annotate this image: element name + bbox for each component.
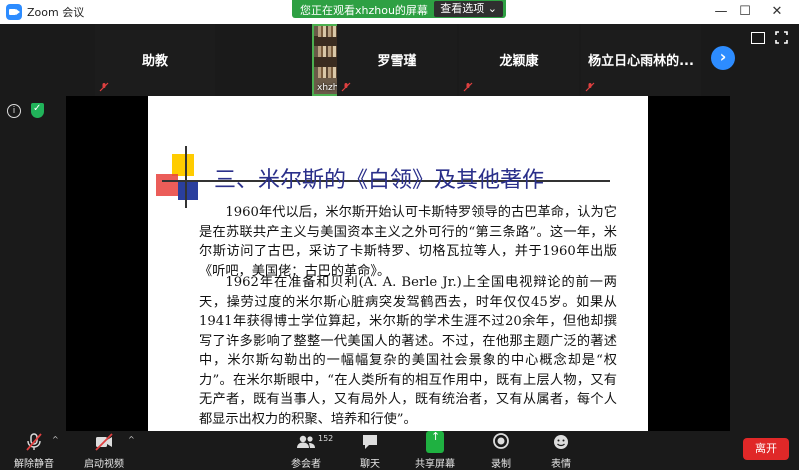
- chat-label: 聊天: [360, 459, 380, 470]
- close-window-button[interactable]: ✕: [768, 3, 786, 21]
- gallery-view-icon[interactable]: [751, 32, 765, 44]
- encryption-shield-icon[interactable]: [31, 103, 44, 118]
- record-label: 录制: [491, 459, 511, 470]
- participant-count-badge: 152: [318, 434, 334, 443]
- mic-muted-icon: [463, 82, 473, 92]
- mic-muted-icon: [26, 433, 42, 451]
- chevron-down-icon: ⌄: [487, 2, 497, 15]
- mic-muted-icon: [341, 82, 351, 92]
- next-page-button[interactable]: ›: [711, 46, 735, 70]
- share-screen-icon: [426, 430, 444, 453]
- participant-strip: 助教 xhzhou 罗雪瑾 龙颖康 杨立日心雨林的... ›: [95, 24, 735, 96]
- audio-options-caret[interactable]: ^: [52, 435, 59, 444]
- chat-button[interactable]: 聊天: [350, 431, 390, 470]
- view-options-button[interactable]: 查看选项 ⌄: [434, 1, 503, 17]
- participants-label: 参会者: [291, 459, 321, 470]
- record-button[interactable]: 录制: [481, 431, 521, 470]
- screen-share-banner: 您正在观看xhzhou的屏幕 查看选项 ⌄: [292, 0, 506, 18]
- participant-name: 助教: [141, 54, 168, 69]
- mic-muted-icon: [585, 82, 595, 92]
- window-title-bar: Zoom 会议 您正在观看xhzhou的屏幕 查看选项 ⌄ — ☐ ✕: [0, 0, 799, 24]
- start-video-button[interactable]: 启动视频: [80, 431, 128, 470]
- chat-icon: [363, 435, 377, 449]
- slide-paragraph: 1960年代以后，米尔斯开始认可卡斯特罗领导的古巴革命，认为它是在苏联共产主义与…: [199, 205, 617, 279]
- unmute-label: 解除静音: [14, 459, 54, 470]
- window-title: Zoom 会议: [27, 6, 85, 19]
- participants-icon: [297, 435, 315, 448]
- mic-muted-icon: [99, 82, 109, 92]
- emoji-icon: [554, 435, 568, 449]
- slide-paragraph: 1962年在准备和贝利(A. A. Berle Jr.)上全国电视辩论的前一两天…: [199, 275, 617, 427]
- leave-meeting-button[interactable]: 离开: [743, 438, 789, 460]
- slide-title: 三、米尔斯的《白领》及其他著作: [214, 168, 545, 193]
- maximize-button[interactable]: ☐: [736, 3, 754, 21]
- screen-share-status-text: 您正在观看xhzhou的屏幕: [300, 4, 428, 17]
- reactions-button[interactable]: 表情: [541, 431, 581, 470]
- video-options-caret[interactable]: ^: [128, 435, 135, 444]
- participant-tile[interactable]: 罗雪瑾: [337, 24, 457, 96]
- record-icon: [493, 433, 509, 449]
- share-screen-button[interactable]: 共享屏幕: [410, 430, 460, 470]
- participant-tile[interactable]: 助教: [95, 24, 215, 96]
- video-off-icon: [95, 433, 113, 451]
- slide-decoration: [172, 154, 194, 176]
- share-screen-label: 共享屏幕: [415, 459, 455, 470]
- minimize-button[interactable]: —: [712, 3, 730, 21]
- meeting-info-icon[interactable]: i: [7, 104, 21, 118]
- fullscreen-icon[interactable]: [775, 31, 788, 44]
- participant-tile[interactable]: 杨立日心雨林的...: [581, 24, 701, 96]
- zoom-logo-icon: [6, 4, 22, 20]
- participant-name: 杨立日心雨林的...: [588, 54, 694, 69]
- meeting-toolbar: 解除静音 ^ 启动视频 ^ 参会者 152 聊天 共享屏幕 录制: [0, 430, 799, 470]
- participant-tile[interactable]: 龙颖康: [459, 24, 579, 96]
- shared-screen-area: 三、米尔斯的《白领》及其他著作 1960年代以后，米尔斯开始认可卡斯特罗领导的古…: [66, 96, 730, 431]
- view-options-label: 查看选项: [440, 2, 485, 15]
- start-video-label: 启动视频: [84, 459, 124, 470]
- participant-name: 罗雪瑾: [377, 54, 417, 69]
- presentation-slide: 三、米尔斯的《白领》及其他著作 1960年代以后，米尔斯开始认可卡斯特罗领导的古…: [148, 96, 648, 431]
- reactions-label: 表情: [551, 459, 571, 470]
- participant-name: 龙颖康: [499, 54, 539, 69]
- unmute-button[interactable]: 解除静音: [10, 431, 58, 470]
